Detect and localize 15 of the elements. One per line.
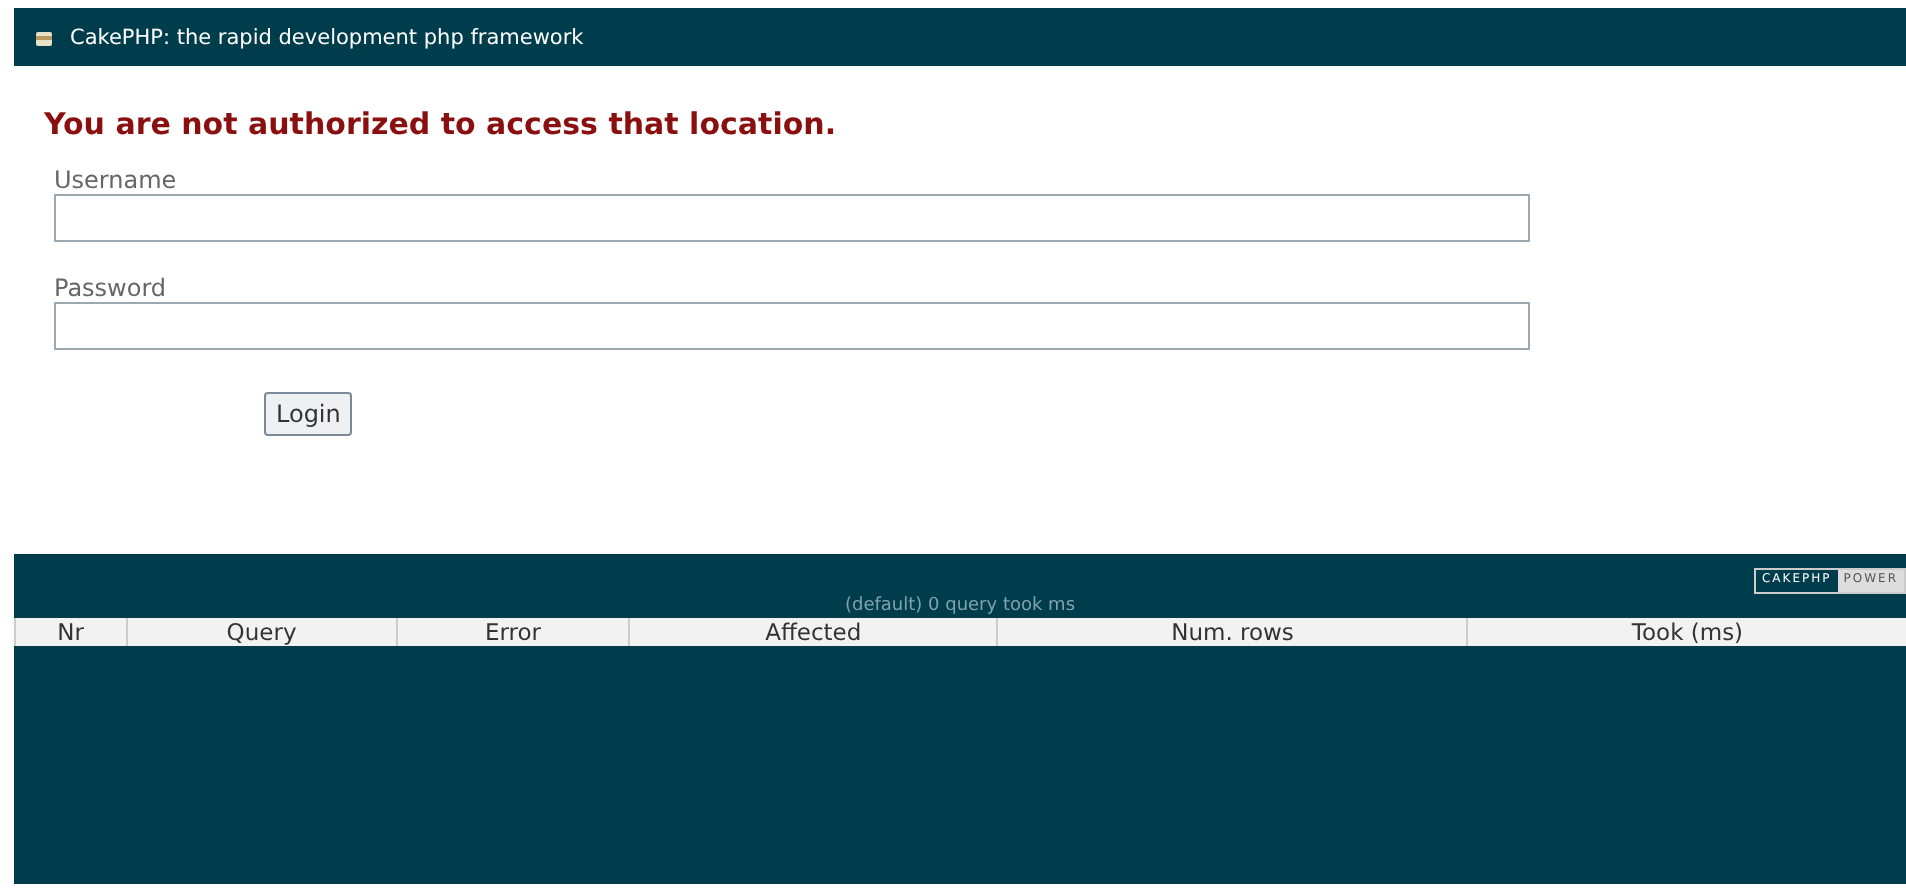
sql-log-caption: (default) 0 query took ms	[842, 594, 1078, 618]
column-header: Error	[396, 618, 630, 646]
column-header: Affected	[629, 618, 998, 646]
input-field[interactable]	[54, 194, 1530, 242]
column-header: Num. rows	[997, 618, 1468, 646]
header-title: CakePHP: the rapid development php framework	[70, 25, 584, 49]
field-label: Password	[54, 274, 169, 302]
column-header: Nr	[15, 618, 127, 646]
column-header: Query	[126, 618, 397, 646]
column-header: Took (ms)	[1467, 618, 1906, 646]
input-field[interactable]	[54, 302, 1530, 350]
error-message: You are not authorized to access that location.	[44, 106, 839, 142]
field-label: Username	[54, 166, 179, 194]
cake-icon	[34, 27, 54, 47]
login-button[interactable]: Login	[264, 392, 353, 436]
